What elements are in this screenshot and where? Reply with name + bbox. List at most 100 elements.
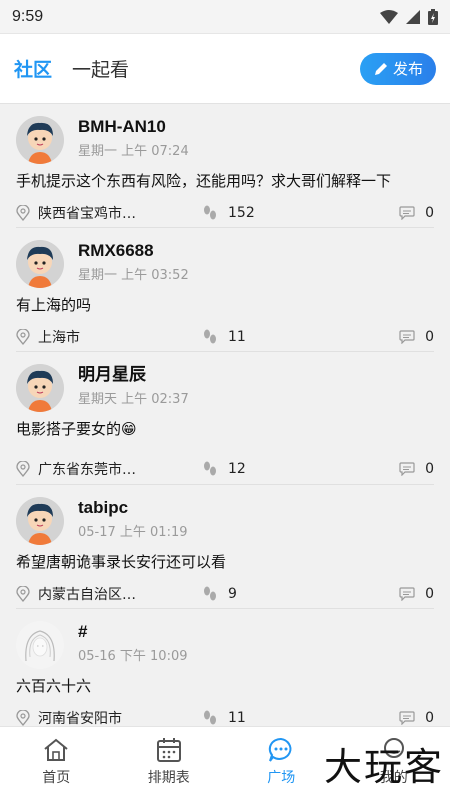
location-text: 河南省安阳市 — [38, 711, 122, 726]
view-count-text: 9 — [228, 586, 237, 602]
watermark: 大玩客 — [323, 745, 444, 789]
author-name[interactable]: tabipc — [78, 497, 188, 519]
post-meta: 陕西省宝鸡市… 152 0 — [16, 198, 434, 228]
avatar[interactable] — [16, 116, 64, 164]
view-count-text: 12 — [228, 461, 246, 477]
view-count: 11 — [202, 710, 246, 726]
signal-icon — [406, 9, 420, 24]
view-count-text: 152 — [228, 205, 255, 221]
location: 陕西省宝鸡市… — [16, 203, 202, 223]
status-bar: 9:59 — [0, 0, 450, 34]
post-time: 星期天 上午 02:37 — [78, 392, 189, 407]
author-name[interactable]: BMH-AN10 — [78, 116, 189, 138]
cartoon-boy-avatar — [16, 116, 64, 164]
comment-count-text: 0 — [425, 461, 434, 477]
nav-square-label: 广场 — [267, 770, 296, 786]
publish-button[interactable]: 发布 — [360, 52, 436, 85]
post-content[interactable]: 有上海的吗 — [16, 294, 434, 316]
nav-schedule-label: 排期表 — [147, 770, 190, 786]
post-card[interactable]: 明月星辰 星期天 上午 02:37 电影搭子要女的😁 广东省东莞市… 12 0 — [16, 352, 434, 485]
post-feed[interactable]: BMH-AN10 星期一 上午 07:24 手机提示这个东西有风险，还能用吗？求… — [0, 104, 450, 726]
location-text: 陕西省宝鸡市… — [38, 206, 136, 222]
location: 河南省安阳市 — [16, 708, 202, 726]
avatar[interactable] — [16, 364, 64, 412]
post-card[interactable]: BMH-AN10 星期一 上午 07:24 手机提示这个东西有风险，还能用吗？求… — [16, 104, 434, 228]
top-bar: 社区 一起看 发布 — [0, 34, 450, 104]
tab-watch-together[interactable]: 一起看 — [72, 55, 129, 82]
avatar[interactable] — [16, 497, 64, 545]
comment-icon — [399, 462, 415, 476]
status-time: 9:59 — [12, 7, 44, 25]
avatar[interactable] — [16, 621, 64, 669]
post-time: 05-17 上午 01:19 — [78, 525, 188, 540]
post-time: 星期一 上午 03:52 — [78, 268, 189, 283]
comment-count[interactable]: 0 — [399, 329, 434, 345]
pencil-icon — [374, 62, 387, 75]
author-name[interactable]: RMX6688 — [78, 240, 189, 262]
location: 广东省东莞市… — [16, 459, 202, 479]
avatar[interactable] — [16, 240, 64, 288]
home-icon — [44, 738, 68, 761]
post-card[interactable]: RMX6688 星期一 上午 03:52 有上海的吗 上海市 11 0 — [16, 228, 434, 352]
nav-square[interactable]: 广场 — [225, 727, 338, 797]
battery-icon — [428, 8, 438, 25]
location-pin-icon — [16, 329, 30, 345]
comment-count-text: 0 — [425, 205, 434, 221]
location: 内蒙古自治区… — [16, 584, 202, 604]
comment-count[interactable]: 0 — [399, 710, 434, 726]
comment-count[interactable]: 0 — [399, 461, 434, 477]
post-meta: 河南省安阳市 11 0 — [16, 703, 434, 726]
location-pin-icon — [16, 710, 30, 726]
post-time: 星期一 上午 07:24 — [78, 144, 189, 159]
location-pin-icon — [16, 461, 30, 477]
nav-schedule[interactable]: 排期表 — [113, 727, 226, 797]
location-text: 内蒙古自治区… — [38, 587, 136, 603]
tab-community[interactable]: 社区 — [14, 55, 52, 82]
nav-home-label: 首页 — [42, 770, 71, 786]
comment-count[interactable]: 0 — [399, 586, 434, 602]
footprint-icon — [204, 710, 216, 725]
cartoon-boy-avatar — [16, 364, 64, 412]
cartoon-boy-avatar — [16, 497, 64, 545]
comment-count-text: 0 — [425, 586, 434, 602]
location: 上海市 — [16, 327, 202, 347]
view-count-text: 11 — [228, 329, 246, 345]
author-name[interactable]: 明月星辰 — [78, 364, 189, 386]
post-time: 05-16 下午 10:09 — [78, 649, 188, 664]
comment-count-text: 0 — [425, 710, 434, 726]
chat-icon — [269, 737, 292, 762]
post-content[interactable]: 电影搭子要女的😁 — [16, 418, 434, 440]
footprint-icon — [204, 205, 216, 220]
publish-label: 发布 — [392, 60, 423, 78]
post-content[interactable]: 手机提示这个东西有风险，还能用吗？求大哥们解释一下 — [16, 170, 434, 192]
view-count: 9 — [202, 586, 237, 602]
author-name[interactable]: # — [78, 621, 188, 643]
post-meta: 内蒙古自治区… 9 0 — [16, 579, 434, 609]
view-count-text: 11 — [228, 710, 246, 726]
location-text: 上海市 — [38, 330, 80, 346]
view-count: 11 — [202, 329, 246, 345]
wifi-icon — [380, 9, 398, 24]
calendar-icon — [156, 738, 181, 762]
footprint-icon — [204, 586, 216, 601]
view-count: 152 — [202, 205, 255, 221]
comment-icon — [399, 206, 415, 220]
post-meta: 上海市 11 0 — [16, 322, 434, 352]
cartoon-boy-avatar — [16, 240, 64, 288]
footprint-icon — [204, 461, 216, 476]
post-meta: 广东省东莞市… 12 0 — [16, 454, 434, 484]
comment-icon — [399, 330, 415, 344]
footprint-icon — [204, 329, 216, 344]
view-count: 12 — [202, 461, 246, 477]
location-pin-icon — [16, 586, 30, 602]
nav-home[interactable]: 首页 — [0, 727, 113, 797]
comment-count[interactable]: 0 — [399, 205, 434, 221]
comment-icon — [399, 587, 415, 601]
post-content[interactable]: 六百六十六 — [16, 675, 434, 697]
post-card[interactable]: # 05-16 下午 10:09 六百六十六 河南省安阳市 11 0 — [16, 609, 434, 726]
post-card[interactable]: tabipc 05-17 上午 01:19 希望唐朝诡事录长安行还可以看 内蒙古… — [16, 485, 434, 609]
post-content[interactable]: 希望唐朝诡事录长安行还可以看 — [16, 551, 434, 573]
comment-count-text: 0 — [425, 329, 434, 345]
sketch-girl-avatar — [16, 621, 64, 669]
location-text: 广东省东莞市… — [38, 462, 136, 478]
